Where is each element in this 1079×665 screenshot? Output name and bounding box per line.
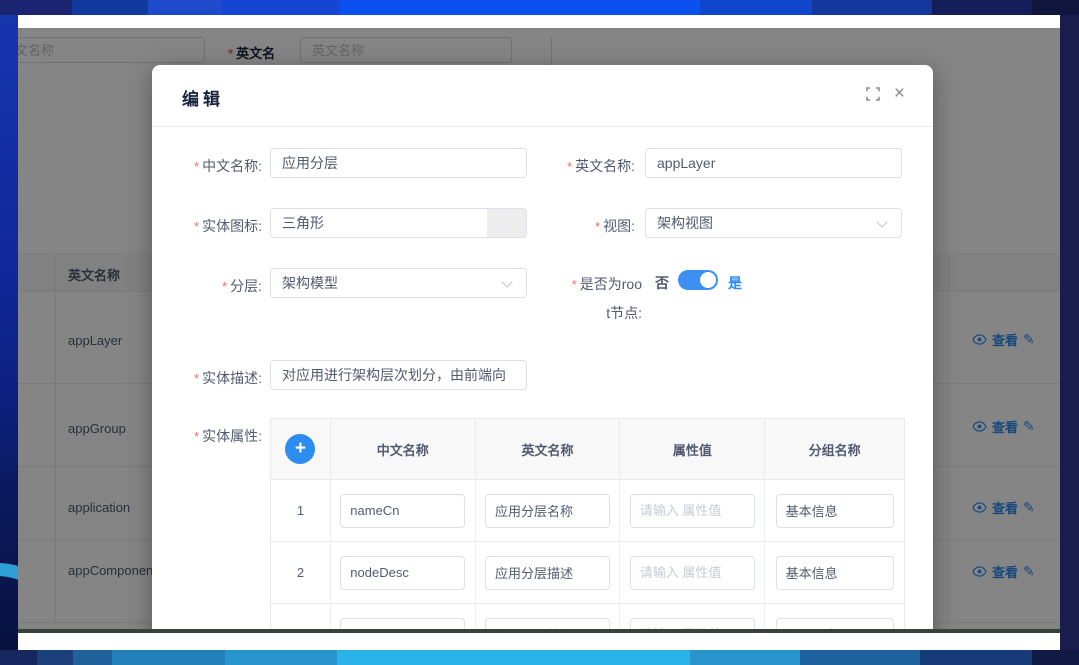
add-column-header: + [271, 419, 331, 479]
required-asterisk: * [222, 279, 227, 294]
edit-modal: 编辑 × *中文名称: *英文名称: *实体图标: *视图: [152, 65, 933, 629]
screenshot-stage: *英文名 英文名称 appLayer appGroup application … [0, 0, 1079, 665]
attribute-row: 3 [271, 603, 904, 629]
fullscreen-icon[interactable] [866, 87, 880, 101]
required-asterisk: * [194, 371, 199, 386]
name-cn-label: *中文名称: [152, 156, 262, 176]
card-margin-bottom [18, 633, 1060, 650]
attr-value-input[interactable] [630, 494, 755, 528]
required-asterisk: * [595, 219, 600, 234]
decorative-arc [0, 563, 18, 650]
mosaic-segment [112, 650, 225, 665]
mosaic-segment [932, 0, 1032, 15]
toggle-on-text: 是 [728, 273, 742, 293]
mosaic-segment [920, 650, 1032, 665]
mosaic-segment [340, 0, 700, 15]
attr-col-group: 分组名称 [765, 419, 904, 479]
mosaic-segment [0, 0, 72, 15]
name-cn-input[interactable] [270, 148, 527, 178]
toggle-off-text: 否 [655, 273, 669, 293]
mosaic-segment [72, 0, 148, 15]
mosaic-segment [700, 0, 812, 15]
attr-value-input[interactable] [630, 556, 755, 590]
attr-value-input[interactable] [630, 618, 755, 630]
modal-title: 编辑 [182, 85, 224, 110]
mosaic-segment [812, 0, 932, 15]
mosaic-segment [222, 0, 340, 15]
background-app: *英文名 英文名称 appLayer appGroup application … [18, 28, 1060, 629]
attr-group-input[interactable] [776, 556, 894, 590]
left-frame [0, 15, 18, 650]
name-en-input[interactable] [645, 148, 902, 178]
entity-desc-label: *实体描述: [152, 368, 262, 388]
attr-en-input[interactable] [485, 556, 610, 590]
close-icon[interactable]: × [894, 87, 905, 101]
attribute-row: 1 [271, 479, 904, 541]
top-frame-mosaic [0, 0, 1079, 15]
attr-group-input[interactable] [776, 494, 894, 528]
mosaic-segment [0, 650, 37, 665]
card-margin-top [18, 15, 1060, 28]
name-en-label: *英文名称: [525, 156, 635, 176]
mosaic-segment [1032, 0, 1079, 15]
modal-divider [152, 126, 933, 127]
attr-en-input[interactable] [485, 494, 610, 528]
modal-tools: × [866, 87, 905, 101]
entity-desc-input[interactable] [270, 360, 527, 390]
entity-icon-input[interactable] [270, 208, 488, 238]
mosaic-segment [800, 650, 920, 665]
toggle-knob [700, 272, 716, 288]
required-asterisk: * [572, 277, 577, 292]
mosaic-segment [225, 650, 337, 665]
attr-cn-input[interactable] [340, 494, 465, 528]
required-asterisk: * [194, 219, 199, 234]
attribute-table-header: + 中文名称 英文名称 属性值 分组名称 [271, 419, 904, 479]
attribute-row: 2 [271, 541, 904, 603]
row-index: 1 [271, 480, 331, 541]
icon-picker-button[interactable] [487, 208, 527, 238]
required-asterisk: * [194, 159, 199, 174]
view-label: *视图: [525, 216, 635, 236]
mosaic-segment [73, 650, 112, 665]
add-attribute-button[interactable]: + [285, 434, 315, 464]
mosaic-segment [37, 650, 73, 665]
attr-col-cn: 中文名称 [331, 419, 476, 479]
required-asterisk: * [567, 159, 572, 174]
attr-cn-input[interactable] [340, 556, 465, 590]
required-asterisk: * [194, 429, 199, 444]
is-root-toggle[interactable] [678, 270, 718, 290]
mosaic-segment [148, 0, 222, 15]
row-index: 3 [271, 604, 331, 629]
attr-col-en: 英文名称 [476, 419, 621, 479]
attr-col-value: 属性值 [620, 419, 765, 479]
is-root-label: *是否为roo t节点: [547, 270, 642, 327]
row-index: 2 [271, 542, 331, 603]
bottom-frame-mosaic [0, 650, 1079, 665]
attr-en-input[interactable] [485, 618, 610, 630]
attribute-table: + 中文名称 英文名称 属性值 分组名称 1 2 [270, 418, 905, 629]
entity-icon-label: *实体图标: [152, 216, 262, 236]
mosaic-segment [1032, 650, 1079, 665]
right-frame [1060, 15, 1079, 650]
entity-attrs-label: *实体属性: [152, 426, 262, 446]
layer-label: *分层: [152, 276, 262, 296]
layer-select[interactable] [270, 268, 527, 298]
mosaic-segment [337, 650, 690, 665]
mosaic-segment [690, 650, 800, 665]
attr-cn-input[interactable] [340, 618, 465, 630]
view-select[interactable] [645, 208, 902, 238]
attr-group-input[interactable] [776, 618, 894, 630]
